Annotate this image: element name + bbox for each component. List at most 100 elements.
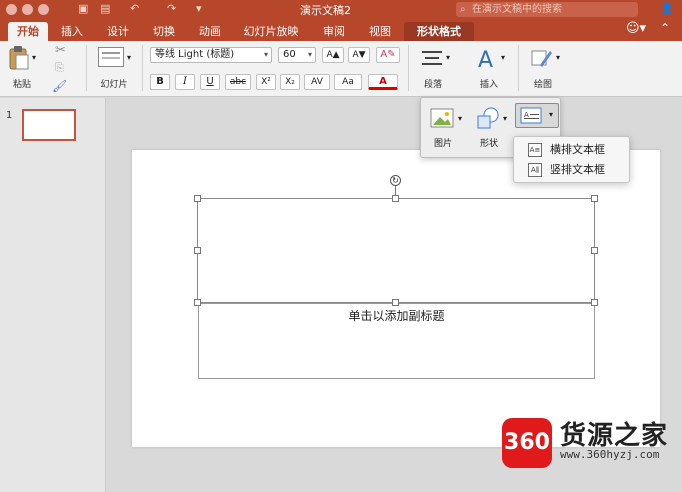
minimize-window-button[interactable] — [22, 4, 33, 15]
collapse-ribbon-icon[interactable]: ⌃ — [660, 21, 670, 35]
insert-button[interactable]: A — [476, 45, 498, 71]
picture-button[interactable] — [430, 108, 454, 128]
font-size-select[interactable]: 60 ▾ — [278, 47, 316, 63]
chevron-down-icon: ▾ — [307, 50, 312, 59]
title-placeholder[interactable] — [197, 198, 595, 303]
svg-text:A: A — [524, 111, 529, 119]
font-size-value: 60 — [283, 49, 296, 60]
customize-toolbar-icon[interactable]: ▾ — [196, 2, 202, 15]
share-icon[interactable]: 👤 — [660, 2, 674, 15]
save-icon[interactable]: ▤ — [100, 2, 110, 15]
shape-button[interactable] — [476, 106, 500, 130]
shape-label: 形状 — [479, 139, 498, 149]
grow-font-button[interactable]: A▲ — [322, 47, 344, 63]
align-lines-icon — [422, 51, 442, 65]
drawing-label: 绘图 — [533, 80, 552, 90]
textbox-button[interactable]: A ▾ — [515, 103, 559, 128]
tab-home[interactable]: 开始 — [8, 22, 48, 41]
rotate-handle-icon[interactable]: ↻ — [390, 175, 401, 186]
tab-review[interactable]: 审阅 — [316, 22, 352, 41]
ribbon: ▾ 粘贴 ✂ ⎘ 🖌 ▾ 幻灯片 等线 Light (标题) ▾ 60 ▾ A▲… — [0, 41, 682, 97]
drawing-button[interactable] — [530, 47, 554, 69]
tab-slideshow[interactable]: 幻灯片放映 — [238, 22, 304, 41]
subscript-button[interactable]: X₂ — [280, 74, 300, 90]
vertical-textbox-item[interactable]: A⫼ 竖排文本框 — [514, 160, 629, 180]
smiley-feedback-icon[interactable]: ☺▾ — [626, 21, 646, 36]
vertical-textbox-label: 竖排文本框 — [550, 163, 605, 176]
resize-handle-w[interactable] — [194, 247, 201, 254]
paragraph-label: 段落 — [423, 80, 442, 90]
subtitle-placeholder-text: 单击以添加副标题 — [348, 309, 445, 323]
close-window-button[interactable] — [6, 4, 17, 15]
resize-handle-s[interactable] — [392, 299, 399, 306]
search-input[interactable]: ⌕ 在演示文稿中的搜索 — [456, 2, 638, 17]
search-icon: ⌕ — [460, 4, 466, 15]
resize-handle-e[interactable] — [591, 247, 598, 254]
shapes-icon — [477, 107, 499, 129]
resize-handle-sw[interactable] — [194, 299, 201, 306]
font-color-button[interactable]: A — [368, 74, 398, 90]
font-name-select[interactable]: 等线 Light (标题) ▾ — [150, 47, 272, 63]
ribbon-tab-bar: 开始 插入 设计 切换 动画 幻灯片放映 审阅 视图 形状格式 — [0, 19, 682, 41]
insert-text-icon: A — [478, 48, 493, 71]
shape-dropdown-icon[interactable]: ▾ — [503, 114, 507, 123]
tab-design[interactable]: 设计 — [100, 22, 136, 41]
watermark-url: www.360hyzj.com — [560, 448, 660, 461]
search-placeholder: 在演示文稿中的搜索 — [472, 4, 562, 15]
ribbon-separator — [408, 45, 409, 91]
shrink-font-button[interactable]: A▼ — [348, 47, 370, 63]
watermark-name: 货源之家 — [560, 421, 669, 451]
new-slide-dropdown-icon[interactable]: ▾ — [127, 53, 131, 62]
horizontal-textbox-label: 横排文本框 — [550, 143, 605, 156]
resize-handle-nw[interactable] — [194, 195, 201, 202]
paragraph-button[interactable] — [420, 49, 444, 67]
format-painter-icon[interactable]: 🖌 — [52, 79, 67, 93]
slide-layout-line-icon — [102, 57, 120, 59]
resize-handle-n[interactable] — [392, 195, 399, 202]
ribbon-separator — [142, 45, 143, 91]
resize-handle-se[interactable] — [591, 299, 598, 306]
zoom-window-button[interactable] — [38, 4, 49, 15]
new-slide-button[interactable] — [98, 47, 124, 67]
copy-icon[interactable]: ⎘ — [55, 61, 64, 75]
horizontal-textbox-icon: A≡ — [528, 143, 542, 157]
sidebar-toggle-icon[interactable]: ▣ — [78, 2, 88, 15]
vertical-textbox-icon: A⫼ — [528, 163, 542, 177]
undo-icon[interactable]: ↶ — [130, 2, 139, 15]
tab-insert[interactable]: 插入 — [54, 22, 90, 41]
underline-button[interactable]: U — [200, 74, 220, 90]
tab-view[interactable]: 视图 — [362, 22, 398, 41]
slide-thumbnail[interactable] — [22, 109, 76, 141]
svg-text:A: A — [478, 48, 493, 71]
tab-animations[interactable]: 动画 — [192, 22, 228, 41]
paste-button[interactable] — [8, 45, 30, 71]
bold-button[interactable]: B — [150, 74, 170, 90]
paragraph-dropdown-icon[interactable]: ▾ — [446, 53, 450, 62]
tab-shape-format[interactable]: 形状格式 — [404, 22, 474, 41]
slide-layout-icon — [102, 52, 120, 54]
horizontal-textbox-item[interactable]: A≡ 横排文本框 — [514, 140, 629, 160]
font-name-value: 等线 Light (标题) — [155, 49, 235, 60]
italic-button[interactable]: I — [175, 74, 195, 90]
cut-icon[interactable]: ✂ — [55, 43, 66, 58]
watermark-badge: 360 — [502, 418, 552, 468]
resize-handle-ne[interactable] — [591, 195, 598, 202]
redo-icon[interactable]: ↷ — [167, 2, 176, 15]
paste-dropdown-icon[interactable]: ▾ — [32, 53, 36, 62]
clear-formatting-button[interactable]: A✎ — [376, 47, 400, 63]
slides-label: 幻灯片 — [100, 80, 128, 90]
tab-transitions[interactable]: 切换 — [146, 22, 182, 41]
drawing-dropdown-icon[interactable]: ▾ — [556, 53, 560, 62]
picture-dropdown-icon[interactable]: ▾ — [458, 114, 462, 123]
picture-label: 图片 — [433, 139, 452, 149]
insert-dropdown-icon[interactable]: ▾ — [501, 53, 505, 62]
document-title: 演示文稿2 — [300, 4, 351, 17]
change-case-button[interactable]: Aa — [334, 74, 362, 90]
slide-number: 1 — [6, 110, 13, 121]
textbox-dropdown-icon: ▾ — [549, 110, 554, 119]
character-spacing-button[interactable]: AV — [304, 74, 330, 90]
strikethrough-button[interactable]: abc — [225, 74, 251, 90]
eraser-icon: A✎ — [380, 49, 396, 60]
clipboard-icon — [9, 46, 29, 70]
superscript-button[interactable]: X² — [256, 74, 276, 90]
